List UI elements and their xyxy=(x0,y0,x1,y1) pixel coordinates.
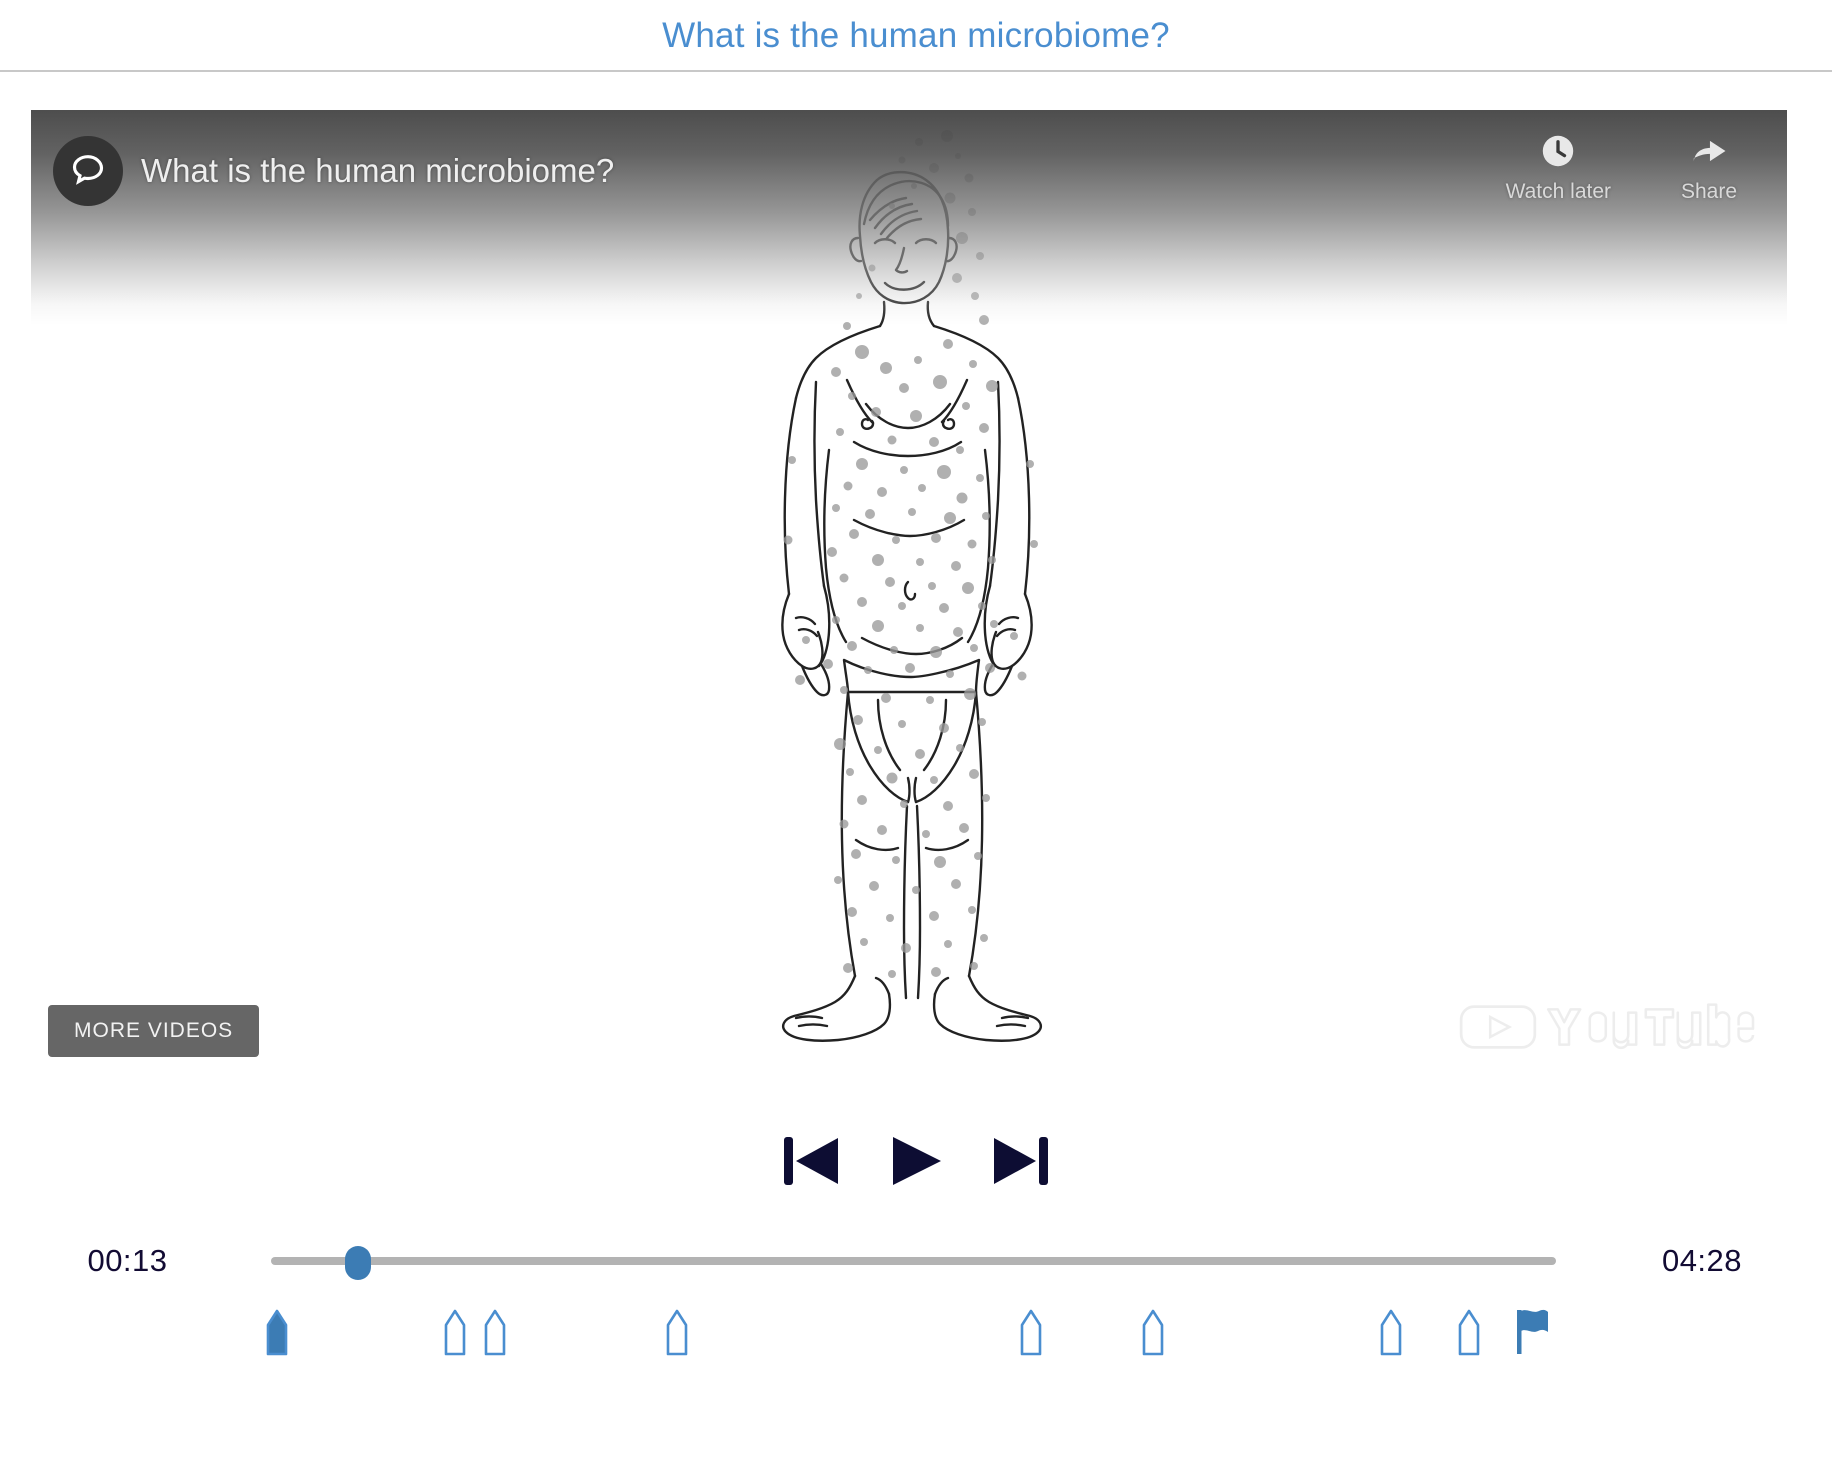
video-title[interactable]: What is the human microbiome? xyxy=(141,142,614,200)
seek-thumb[interactable] xyxy=(345,1246,372,1280)
current-time-label: 00:13 xyxy=(87,1243,168,1278)
seek-bar-row: 00:13 04:28 xyxy=(0,1243,1832,1280)
player-chrome-actions: Watch later Share xyxy=(1506,130,1745,204)
more-videos-button[interactable]: MORE VIDEOS xyxy=(48,1005,260,1057)
seek-track[interactable] xyxy=(271,1257,1556,1265)
share-arrow-icon xyxy=(1689,130,1729,172)
previous-button[interactable] xyxy=(779,1130,843,1192)
chapter-marker-5[interactable] xyxy=(1016,1308,1046,1356)
next-button[interactable] xyxy=(989,1130,1053,1192)
youtube-play-icon xyxy=(1459,999,1537,1055)
chapter-marker-6[interactable] xyxy=(1138,1308,1168,1356)
channel-avatar[interactable] xyxy=(53,136,123,206)
video-lesson-page: What is the human microbiome? What is th… xyxy=(0,0,1832,1460)
transport-controls xyxy=(0,1130,1832,1192)
chapter-marker-1[interactable] xyxy=(262,1308,292,1356)
seek-slider[interactable] xyxy=(271,1246,1556,1280)
chapter-marker-2[interactable] xyxy=(440,1308,470,1356)
watch-later-button[interactable]: Watch later xyxy=(1506,130,1611,204)
chapter-markers xyxy=(0,1308,1832,1360)
chapter-marker-4[interactable] xyxy=(662,1308,692,1356)
page-header: What is the human microbiome? xyxy=(0,0,1832,72)
total-time-label: 04:28 xyxy=(1661,1243,1743,1278)
chapter-marker-8[interactable] xyxy=(1454,1308,1484,1356)
chapter-marker-7[interactable] xyxy=(1376,1308,1406,1356)
video-player[interactable]: What is the human microbiome? Watch late… xyxy=(31,110,1787,1095)
player-top-chrome: What is the human microbiome? Watch late… xyxy=(31,110,1787,1095)
youtube-wordmark-icon xyxy=(1545,999,1761,1055)
share-label: Share xyxy=(1680,180,1738,203)
clock-icon xyxy=(1539,130,1577,172)
youtube-logo[interactable] xyxy=(1459,999,1761,1055)
end-flag-marker[interactable] xyxy=(1516,1308,1550,1356)
chapter-marker-3[interactable] xyxy=(480,1308,510,1356)
speech-bubble-icon xyxy=(68,151,108,191)
watch-later-label: Watch later xyxy=(1505,180,1611,203)
play-button[interactable] xyxy=(887,1130,945,1192)
page-title: What is the human microbiome? xyxy=(662,15,1170,55)
share-button[interactable]: Share xyxy=(1673,130,1745,204)
